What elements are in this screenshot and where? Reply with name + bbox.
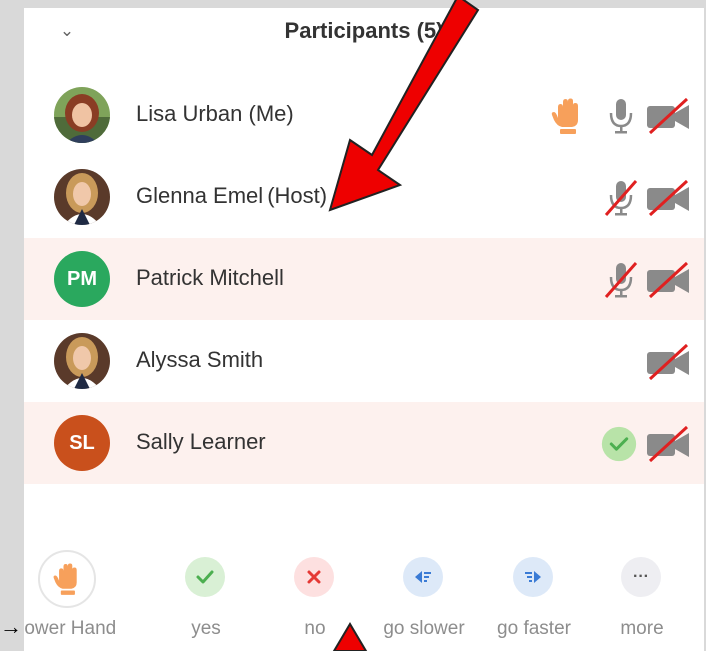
raised-hand-icon bbox=[551, 98, 578, 134]
reactions-bar: Lower Hand yes no go slower go faster ··… bbox=[24, 538, 704, 651]
yes-button[interactable]: yes bbox=[151, 538, 261, 651]
microphone-muted-icon[interactable] bbox=[604, 262, 638, 298]
reaction-label: no bbox=[304, 618, 326, 639]
avatar bbox=[54, 333, 110, 389]
participant-row[interactable]: Glenna Emel (Host) bbox=[24, 156, 704, 238]
go-faster-button[interactable]: go faster bbox=[479, 538, 589, 651]
video-off-icon[interactable] bbox=[646, 98, 690, 134]
participant-row[interactable]: PM Patrick Mitchell bbox=[24, 238, 704, 320]
reaction-label: more bbox=[620, 618, 664, 639]
microphone-icon[interactable] bbox=[608, 98, 634, 134]
no-button[interactable]: no bbox=[260, 538, 370, 651]
participant-name: Sally Learner bbox=[136, 429, 266, 454]
participant-name: Glenna Emel (Host) bbox=[136, 183, 328, 208]
video-off-icon[interactable] bbox=[646, 426, 690, 462]
fast-forward-icon bbox=[513, 557, 553, 597]
checkmark-icon bbox=[185, 557, 225, 597]
more-button[interactable]: ··· more bbox=[587, 538, 697, 651]
avatar bbox=[54, 169, 110, 225]
host-label: (Host) bbox=[267, 183, 328, 208]
microphone-muted-icon[interactable] bbox=[604, 180, 638, 216]
reaction-label: Lower Hand bbox=[24, 618, 117, 639]
participant-name: Lisa Urban (Me) bbox=[136, 101, 294, 126]
video-off-icon[interactable] bbox=[646, 180, 690, 216]
rewind-icon bbox=[403, 557, 443, 597]
reaction-label: yes bbox=[191, 618, 221, 639]
go-slower-button[interactable]: go slower bbox=[369, 538, 479, 651]
x-icon bbox=[294, 557, 334, 597]
participant-row[interactable]: SL Sally Learner bbox=[24, 402, 704, 484]
participant-row[interactable]: Lisa Urban (Me) bbox=[24, 74, 704, 156]
avatar: SL bbox=[54, 415, 110, 471]
participant-name: Patrick Mitchell bbox=[136, 265, 284, 290]
participant-row[interactable]: Alyssa Smith bbox=[24, 320, 704, 402]
reaction-label: go faster bbox=[497, 618, 571, 639]
panel-header: ⌄ Participants (5) bbox=[24, 8, 704, 54]
yes-status-icon bbox=[601, 426, 637, 462]
arrow-right-icon: → bbox=[0, 614, 22, 639]
avatar bbox=[54, 87, 110, 143]
lower-hand-button[interactable]: Lower Hand bbox=[24, 538, 120, 651]
participant-name: Alyssa Smith bbox=[136, 347, 264, 372]
reaction-label: go slower bbox=[383, 618, 465, 639]
participants-panel: ⌄ Participants (5) Lisa Urban (Me) Glenn… bbox=[24, 8, 704, 651]
panel-title: Participants (5) bbox=[284, 18, 444, 43]
more-dots-icon: ··· bbox=[621, 557, 661, 597]
raised-hand-icon bbox=[38, 550, 96, 608]
video-off-icon[interactable] bbox=[646, 262, 690, 298]
avatar: PM bbox=[54, 251, 110, 307]
video-off-icon[interactable] bbox=[646, 344, 690, 380]
